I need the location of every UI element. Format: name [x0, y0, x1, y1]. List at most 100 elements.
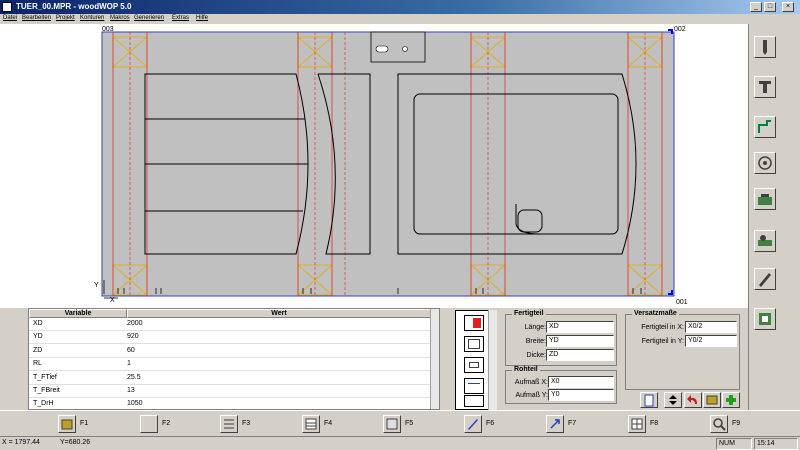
grid-op-icon[interactable] [464, 336, 484, 352]
fkey-label: F5 [405, 420, 414, 427]
table-row[interactable]: RL 1 [29, 358, 431, 371]
laenge-input[interactable]: XD [546, 321, 614, 333]
menu-makros[interactable]: Makros [110, 15, 130, 21]
versatz-x-label: Fertigteil in X: [641, 324, 684, 331]
corner-label-tl: 003 [102, 26, 114, 33]
fertigteil-title: Fertigteil [512, 310, 546, 317]
table-row[interactable]: XD 2000 [29, 318, 431, 331]
menu-konturen[interactable]: Konturen [80, 15, 104, 21]
versatz-x-input[interactable]: X0/2 [685, 321, 737, 333]
milling-button[interactable] [754, 152, 776, 174]
icon-strip-scrollbar[interactable] [488, 310, 497, 410]
variable-value: 1 [127, 360, 131, 367]
x-coordinate-readout: X = 1797.44 [2, 439, 40, 446]
door-button[interactable] [640, 392, 658, 408]
menu-bearbeiten[interactable]: Bearbeiten [22, 15, 51, 21]
pen-icon [464, 415, 482, 433]
fkey-label: F3 [242, 420, 251, 427]
book-button[interactable] [703, 392, 721, 408]
fkey-label: F6 [486, 420, 495, 427]
table-icon [302, 415, 320, 433]
variable-name: RL [33, 360, 42, 367]
clock: 15:14 [754, 438, 798, 450]
variable-table-scrollbar[interactable] [430, 309, 439, 409]
app-icon [2, 2, 12, 12]
table-row[interactable]: T_FTief 25.5 [29, 372, 431, 385]
rohteil-group: Rohteil Aufmaß X: X0 Aufmaß Y: Y0 [505, 366, 617, 404]
fkey-label: F8 [650, 420, 659, 427]
close-button[interactable]: × [782, 2, 794, 12]
function-key-bar: F1 F2 F3 F4 F5 F6 F7 F8 F9 [0, 410, 800, 436]
contour-op-icon[interactable] [464, 378, 484, 394]
variable-name: T_FBreit [33, 387, 60, 394]
dicke-label: Dicke: [526, 352, 546, 359]
aufmass-x-label: Aufmaß X: [514, 379, 548, 386]
blank-icon [140, 415, 158, 433]
saw-button[interactable] [754, 230, 776, 252]
pen-tool-button[interactable] [754, 268, 776, 290]
fkey-label: F9 [732, 420, 741, 427]
corner-label-tr: 002 [674, 26, 686, 33]
versatzmasse-title: Versatzmaße [632, 310, 679, 317]
minimize-button[interactable]: _ [750, 2, 762, 12]
table-row[interactable]: ZD 60 [29, 345, 431, 358]
breite-input[interactable]: YD [546, 335, 614, 347]
variable-name: XD [33, 320, 43, 327]
table-row[interactable]: T_FBreit 13 [29, 385, 431, 398]
variable-value: 13 [127, 387, 135, 394]
slot-hole [375, 45, 389, 53]
drill-horizontal-button[interactable] [754, 76, 776, 98]
table-row[interactable]: YD 920 [29, 331, 431, 344]
variable-value: 60 [127, 347, 135, 354]
undo-button[interactable] [684, 392, 702, 408]
variable-name: T_FTief [33, 374, 57, 381]
menu-hilfe[interactable]: Hilfe [196, 15, 208, 21]
laenge-label: Länge: [524, 324, 546, 331]
variable-table[interactable]: Variable Wert XD 2000 YD 920 ZD 60 RL 1 T_FT… [28, 308, 440, 411]
window-title: TUER_00.MPR - woodWOP 5.0 [16, 2, 132, 11]
versatzmasse-group: Versatzmaße Fertigteil in X: X0/2 Fertig… [625, 310, 740, 390]
groove-button[interactable] [754, 116, 776, 138]
component-button[interactable] [754, 308, 776, 330]
title-bar: TUER_00.MPR - woodWOP 5.0 _ □ × [0, 0, 800, 14]
layers-icon [383, 415, 401, 433]
versatz-y-input[interactable]: Y0/2 [685, 335, 737, 347]
versatz-y-label: Fertigteil in Y: [641, 338, 684, 345]
arrow-icon [546, 415, 564, 433]
dicke-input[interactable]: ZD [546, 349, 614, 361]
workpiece-op-icon[interactable] [464, 315, 484, 331]
fkey-label: F4 [324, 420, 333, 427]
right-toolbar [748, 24, 800, 410]
fkey-label: F7 [568, 420, 577, 427]
column-header-value[interactable]: Wert [127, 309, 431, 318]
fertigteil-group: Fertigteil Länge: XD Breite: YD Dicke: Z… [505, 310, 617, 366]
drawing-canvas[interactable]: 003 002 001 Y X [0, 24, 748, 308]
axis-y-label: Y [94, 282, 99, 289]
y-coordinate-readout: Y=680.26 [60, 439, 91, 446]
add-button[interactable] [722, 392, 740, 408]
variable-name: YD [33, 333, 43, 340]
zoom-icon [710, 415, 728, 433]
round-hole [402, 46, 408, 52]
menu-bar: Datei Bearbeiten Projekt Konturen Makros… [0, 14, 800, 24]
variable-value: 25.5 [127, 374, 141, 381]
grid-icon [628, 415, 646, 433]
menu-generieren[interactable]: Generieren [134, 15, 164, 21]
fkey-label: F2 [162, 420, 171, 427]
menu-projekt[interactable]: Projekt [56, 15, 75, 21]
drill-op-icon[interactable] [464, 357, 484, 373]
maximize-button[interactable]: □ [764, 2, 776, 12]
aufmass-y-input[interactable]: Y0 [548, 389, 614, 401]
slot-op-icon[interactable] [464, 395, 484, 407]
menu-datei[interactable]: Datei [3, 15, 17, 21]
variable-value: 1050 [127, 400, 143, 407]
pocket-button[interactable] [754, 188, 776, 210]
variable-name: ZD [33, 347, 43, 354]
drill-vertical-button[interactable] [754, 36, 776, 58]
column-header-variable[interactable]: Variable [29, 309, 127, 318]
up-down-button[interactable] [664, 392, 682, 408]
aufmass-x-input[interactable]: X0 [548, 376, 614, 388]
variable-name: T_DrH [33, 400, 54, 407]
variable-value: 920 [127, 333, 139, 340]
menu-extras[interactable]: Extras [172, 15, 189, 21]
